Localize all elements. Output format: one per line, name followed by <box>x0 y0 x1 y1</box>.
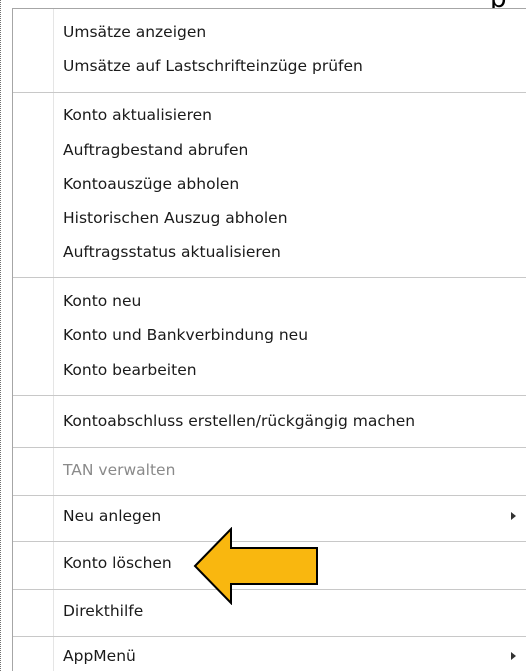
menu-separator <box>13 277 526 278</box>
menu-item-tan-verwalten: TAN verwalten <box>63 461 176 479</box>
screen: p Umsätze anzeigen Umsätze auf Lastschri… <box>0 0 526 671</box>
menu-item-neu-anlegen[interactable]: Neu anlegen <box>63 499 161 533</box>
chevron-right-icon <box>511 512 516 520</box>
menu-item-konto-aktualisieren[interactable]: Konto aktualisieren <box>63 98 212 132</box>
menu-separator <box>13 92 526 93</box>
menu-item-kontoauszuege-abholen[interactable]: Kontoauszüge abholen <box>63 167 239 201</box>
menu-item-konto-neu[interactable]: Konto neu <box>63 284 141 318</box>
menu-separator <box>13 636 526 637</box>
menu-item-historischen-auszug[interactable]: Historischen Auszug abholen <box>63 201 288 235</box>
menu-separator <box>13 447 526 448</box>
menu-item-konto-loeschen[interactable]: Konto löschen <box>63 546 172 580</box>
menu-separator <box>13 495 526 496</box>
menu-item-auftragsstatus-aktualisieren[interactable]: Auftragsstatus aktualisieren <box>63 235 281 269</box>
menu-item-auftragbestand-abrufen[interactable]: Auftragbestand abrufen <box>63 133 248 167</box>
window-edge <box>0 0 5 671</box>
arrow-left-icon <box>193 527 318 605</box>
menu-item-appmenu[interactable]: AppMenü <box>63 639 136 671</box>
menu-separator <box>13 395 526 396</box>
menu-item-lastschrifteinzuege-pruefen[interactable]: Umsätze auf Lastschrifteinzüge prüfen <box>63 49 363 83</box>
chevron-right-icon <box>511 652 516 660</box>
icon-gutter-divider <box>53 9 54 671</box>
menu-item-umsaetze-anzeigen[interactable]: Umsätze anzeigen <box>63 15 206 49</box>
menu-item-direkthilfe[interactable]: Direkthilfe <box>63 594 143 628</box>
menu-item-konto-und-bankverbindung-neu[interactable]: Konto und Bankverbindung neu <box>63 318 308 352</box>
menu-item-kontoabschluss[interactable]: Kontoabschluss erstellen/rückgängig mach… <box>63 404 415 438</box>
menu-item-konto-bearbeiten[interactable]: Konto bearbeiten <box>63 353 197 387</box>
